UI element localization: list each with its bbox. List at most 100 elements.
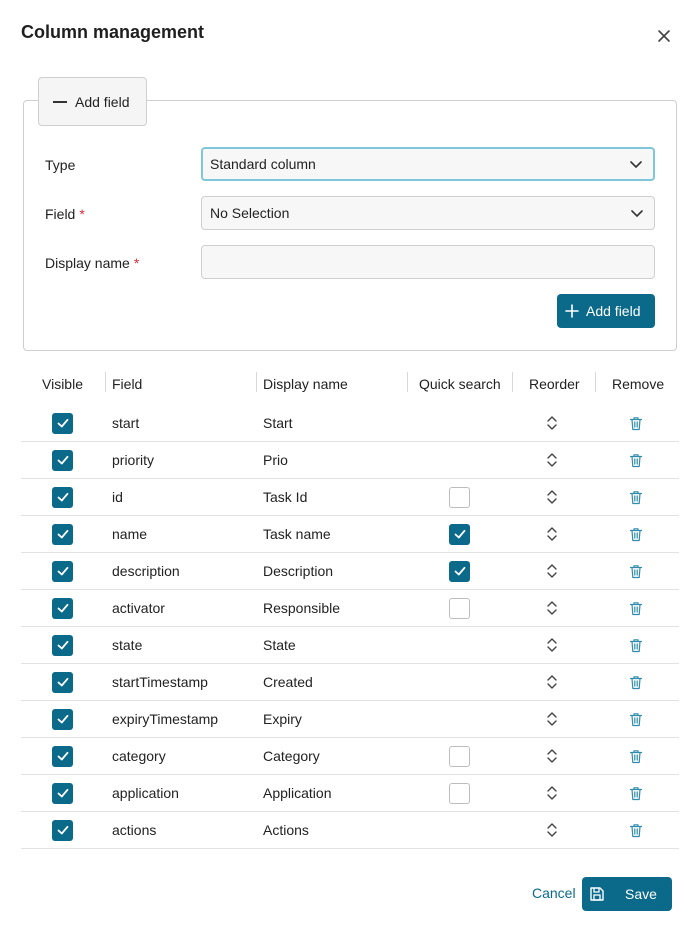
reorder-handle[interactable] bbox=[545, 442, 559, 478]
visible-checkbox[interactable] bbox=[52, 634, 73, 656]
header-reorder: Reorder bbox=[529, 376, 580, 392]
reorder-handle[interactable] bbox=[545, 553, 559, 589]
reorder-handle[interactable] bbox=[545, 627, 559, 663]
remove-button[interactable] bbox=[629, 516, 643, 552]
quick-search-checkbox[interactable] bbox=[449, 782, 470, 804]
remove-button[interactable] bbox=[629, 664, 643, 700]
table-row: state State bbox=[21, 627, 679, 664]
remove-button[interactable] bbox=[629, 442, 643, 478]
field-name: actions bbox=[112, 822, 157, 838]
reorder-icon bbox=[547, 601, 557, 615]
quick-search-checkbox[interactable] bbox=[449, 523, 470, 545]
reorder-handle[interactable] bbox=[545, 701, 559, 737]
type-label: Type bbox=[45, 157, 76, 173]
field-name: category bbox=[112, 748, 166, 764]
dialog-title: Column management bbox=[21, 22, 205, 42]
reorder-icon bbox=[547, 527, 557, 541]
field-name: activator bbox=[112, 600, 165, 616]
checkmark-icon bbox=[57, 603, 68, 613]
quick-search-checkbox[interactable] bbox=[449, 486, 470, 508]
visible-checkbox[interactable] bbox=[52, 597, 73, 619]
visible-checkbox[interactable] bbox=[52, 412, 73, 434]
reorder-icon bbox=[547, 453, 557, 467]
remove-button[interactable] bbox=[629, 738, 643, 774]
visible-checkbox[interactable] bbox=[52, 671, 73, 693]
plus-icon bbox=[565, 304, 579, 318]
field-select[interactable]: No Selection bbox=[201, 196, 655, 230]
visible-checkbox[interactable] bbox=[52, 486, 73, 508]
add-field-toggle-button[interactable]: Add field bbox=[38, 77, 147, 126]
visible-checkbox[interactable] bbox=[52, 745, 73, 767]
remove-button[interactable] bbox=[629, 553, 643, 589]
save-button[interactable]: Save bbox=[582, 877, 672, 911]
column-divider[interactable] bbox=[512, 372, 513, 392]
visible-checkbox[interactable] bbox=[52, 449, 73, 471]
table-row: description Description bbox=[21, 553, 679, 590]
type-select[interactable]: Standard column bbox=[201, 147, 655, 181]
table-header: Visible Field Display name Quick search … bbox=[21, 370, 679, 400]
type-select-value: Standard column bbox=[210, 156, 316, 172]
display-name-value: Actions bbox=[263, 822, 309, 838]
display-name-value: Expiry bbox=[263, 711, 302, 727]
field-name: startTimestamp bbox=[112, 674, 208, 690]
chevron-down-icon bbox=[631, 210, 643, 217]
display-name-value: Start bbox=[263, 415, 293, 431]
reorder-handle[interactable] bbox=[545, 775, 559, 811]
required-marker: * bbox=[133, 255, 140, 271]
reorder-handle[interactable] bbox=[545, 738, 559, 774]
checkmark-icon bbox=[57, 455, 68, 465]
visible-checkbox[interactable] bbox=[52, 708, 73, 730]
header-visible: Visible bbox=[42, 376, 83, 392]
reorder-handle[interactable] bbox=[545, 812, 559, 848]
column-divider[interactable] bbox=[105, 372, 106, 392]
reorder-handle[interactable] bbox=[545, 590, 559, 626]
reorder-handle[interactable] bbox=[545, 664, 559, 700]
quick-search-checkbox[interactable] bbox=[449, 560, 470, 582]
checkmark-icon bbox=[57, 825, 68, 835]
display-name-input[interactable] bbox=[201, 245, 655, 279]
trash-icon bbox=[629, 749, 643, 763]
table-row: actions Actions bbox=[21, 812, 679, 849]
trash-icon bbox=[629, 490, 643, 504]
header-remove: Remove bbox=[612, 376, 665, 392]
trash-icon bbox=[629, 416, 643, 430]
reorder-handle[interactable] bbox=[545, 516, 559, 552]
visible-checkbox[interactable] bbox=[52, 782, 73, 804]
column-divider[interactable] bbox=[407, 372, 408, 392]
reorder-icon bbox=[547, 490, 557, 504]
reorder-handle[interactable] bbox=[545, 405, 559, 441]
header-field: Field bbox=[112, 376, 143, 392]
quick-search-checkbox[interactable] bbox=[449, 745, 470, 767]
remove-button[interactable] bbox=[629, 701, 643, 737]
table-row: startTimestamp Created bbox=[21, 664, 679, 701]
display-name-value: State bbox=[263, 637, 296, 653]
field-name: start bbox=[112, 415, 140, 431]
field-select-value: No Selection bbox=[210, 205, 290, 221]
quick-search-checkbox[interactable] bbox=[449, 597, 470, 619]
remove-button[interactable] bbox=[629, 590, 643, 626]
reorder-handle[interactable] bbox=[545, 479, 559, 515]
trash-icon bbox=[629, 786, 643, 800]
remove-button[interactable] bbox=[629, 627, 643, 663]
remove-button[interactable] bbox=[629, 812, 643, 848]
remove-button[interactable] bbox=[629, 775, 643, 811]
header-quick-search: Quick search bbox=[419, 376, 501, 392]
required-marker: * bbox=[79, 206, 85, 222]
field-name: expiryTimestamp bbox=[112, 711, 219, 727]
trash-icon bbox=[629, 823, 643, 837]
cancel-button[interactable]: Cancel bbox=[532, 885, 576, 901]
visible-checkbox[interactable] bbox=[52, 523, 73, 545]
close-button[interactable] bbox=[651, 23, 677, 49]
column-divider[interactable] bbox=[256, 372, 257, 392]
trash-icon bbox=[629, 601, 643, 615]
field-name: name bbox=[112, 526, 148, 542]
field-name: application bbox=[112, 785, 179, 801]
visible-checkbox[interactable] bbox=[52, 560, 73, 582]
reorder-icon bbox=[547, 638, 557, 652]
trash-icon bbox=[629, 638, 643, 652]
visible-checkbox[interactable] bbox=[52, 819, 73, 841]
remove-button[interactable] bbox=[629, 479, 643, 515]
column-divider[interactable] bbox=[595, 372, 596, 392]
add-field-button[interactable]: Add field bbox=[557, 294, 655, 328]
remove-button[interactable] bbox=[629, 405, 643, 441]
